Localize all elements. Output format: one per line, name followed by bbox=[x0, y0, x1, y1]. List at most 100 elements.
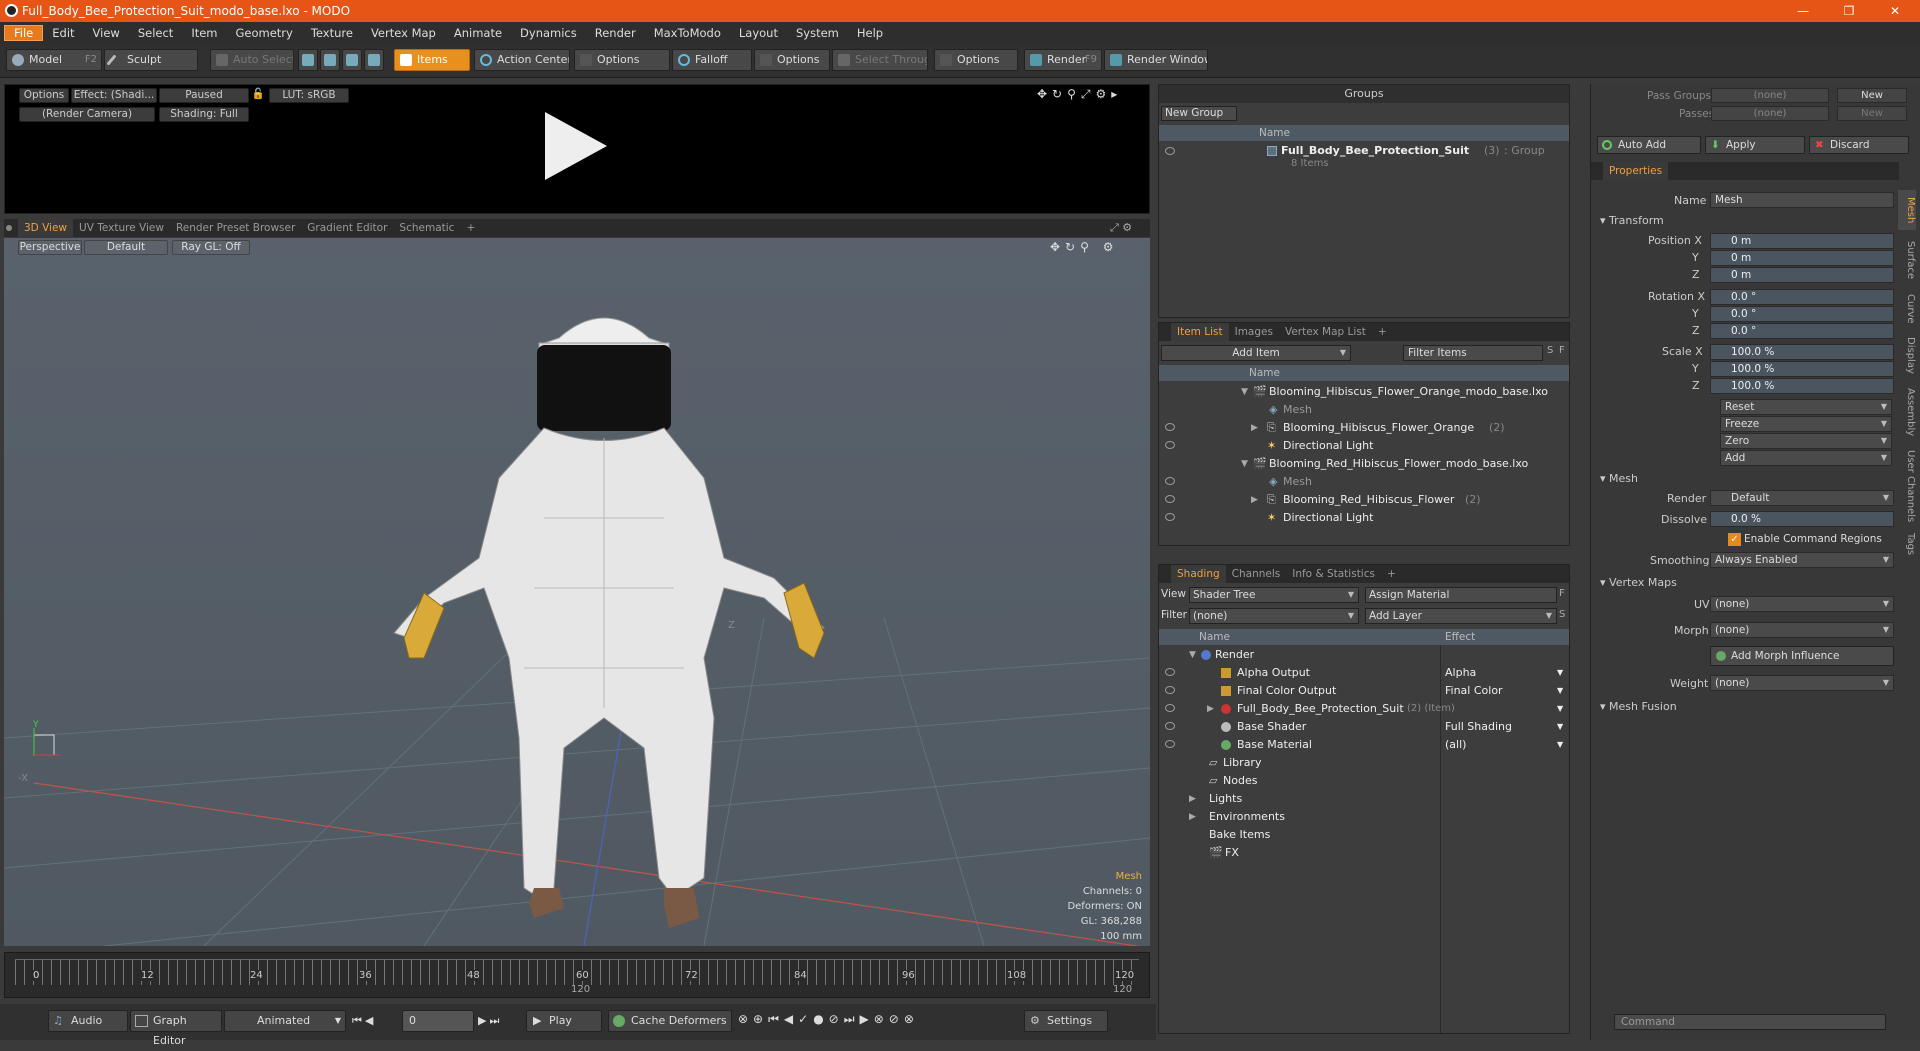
play-button[interactable]: ▶ Play bbox=[526, 1010, 602, 1032]
vtab-user-channels[interactable]: User Channels bbox=[1898, 446, 1916, 526]
chevron-down-icon[interactable]: ▼ bbox=[1557, 682, 1563, 700]
expand-arrow-icon[interactable]: ▶ bbox=[1251, 419, 1258, 437]
shader-row[interactable]: Bake Items bbox=[1159, 826, 1569, 844]
panel-menu-icon[interactable] bbox=[6, 225, 12, 231]
play-icon[interactable] bbox=[545, 112, 607, 180]
expand-arrow-icon[interactable]: ▼ bbox=[1241, 455, 1248, 473]
tab-info-statistics[interactable]: Info & Statistics bbox=[1286, 565, 1381, 583]
panel-expand-icon[interactable]: ⤢ ⚙ bbox=[1110, 221, 1132, 235]
polygon-mode-button[interactable] bbox=[342, 49, 362, 71]
edge-mode-button[interactable] bbox=[320, 49, 340, 71]
chevron-down-icon[interactable]: ▼ bbox=[1557, 700, 1563, 718]
visibility-icon[interactable] bbox=[1165, 686, 1175, 694]
shader-row-render[interactable]: ▼ Render bbox=[1159, 646, 1569, 664]
cache-deformers-button[interactable]: Cache Deformers bbox=[608, 1010, 732, 1032]
preview-paused-button[interactable]: Paused bbox=[159, 88, 249, 103]
zero-dropdown[interactable]: Zero ▼ bbox=[1720, 433, 1892, 449]
vertex-maps-section[interactable]: ▾ Vertex Maps bbox=[1600, 576, 1677, 589]
minimize-button[interactable]: — bbox=[1780, 0, 1826, 22]
add-tab-button[interactable]: + bbox=[1372, 323, 1393, 341]
frame-input[interactable]: 0 bbox=[402, 1010, 474, 1032]
scale-x-field[interactable]: 100.0 % bbox=[1710, 344, 1894, 360]
transport-forward-buttons[interactable]: ▶⏭ bbox=[478, 1014, 502, 1028]
weight-dropdown[interactable]: (none) ▼ bbox=[1710, 675, 1894, 691]
shader-row[interactable]: ▶ Environments bbox=[1159, 808, 1569, 826]
menu-edit[interactable]: Edit bbox=[43, 26, 83, 40]
perspective-dropdown[interactable]: Perspective bbox=[18, 240, 82, 255]
position-y-field[interactable]: 0 m bbox=[1710, 250, 1894, 266]
dissolve-field[interactable]: 0.0 % bbox=[1710, 511, 1894, 527]
preview-shading-dropdown[interactable]: Shading: Full bbox=[159, 107, 249, 122]
menu-file[interactable]: File bbox=[4, 25, 44, 41]
3d-viewport[interactable]: Perspective Default Ray GL: Off ✥↻⚲ ⚙ Z … bbox=[4, 238, 1150, 946]
vertex-mode-button[interactable] bbox=[298, 49, 318, 71]
preview-camera-dropdown[interactable]: (Render Camera) bbox=[19, 107, 155, 122]
filter-f-button[interactable]: F bbox=[1559, 345, 1569, 356]
visibility-icon[interactable] bbox=[1165, 441, 1175, 449]
expand-arrow-icon[interactable]: ▶ bbox=[1207, 700, 1214, 718]
tab-images[interactable]: Images bbox=[1229, 323, 1279, 341]
rotation-z-field[interactable]: 0.0 ° bbox=[1710, 323, 1894, 339]
tab-3d-view[interactable]: 3D View bbox=[18, 219, 74, 237]
enable-command-regions-checkbox[interactable]: ✓ Enable Command Regions bbox=[1710, 531, 1894, 547]
timeline[interactable]: 0 12 24 36 48 60 72 84 96 108 120 120 12… bbox=[4, 952, 1150, 998]
vtab-tags[interactable]: Tags bbox=[1898, 530, 1916, 558]
tab-schematic[interactable]: Schematic bbox=[393, 219, 460, 237]
list-item[interactable]: ▼ 🎬 Blooming_Hibiscus_Flower_Orange_modo_b… bbox=[1159, 383, 1569, 401]
shader-row[interactable]: Final Color Output Final Color ▼ bbox=[1159, 682, 1569, 700]
vtab-surface[interactable]: Surface bbox=[1898, 234, 1916, 286]
position-z-field[interactable]: 0 m bbox=[1710, 267, 1894, 283]
render-window-button[interactable]: Render Window bbox=[1104, 49, 1208, 71]
menu-maxtomodo[interactable]: MaxToModo bbox=[645, 26, 730, 40]
uv-dropdown[interactable]: (none) ▼ bbox=[1710, 596, 1894, 612]
mesh-section[interactable]: ▾ Mesh bbox=[1600, 472, 1638, 485]
key-tools-icons[interactable]: ⊗⊕⏮◀✓●⊘⏭▶⊗⊘⊗ bbox=[738, 1012, 919, 1027]
tab-render-preset-browser[interactable]: Render Preset Browser bbox=[170, 219, 301, 237]
expand-arrow-icon[interactable]: ▶ bbox=[1189, 808, 1196, 826]
model-button[interactable]: Model F2 bbox=[6, 49, 102, 71]
viewport-nav-icons[interactable]: ✥↻⚲ ⚙ bbox=[1050, 240, 1118, 254]
audio-button[interactable]: ♫ Audio bbox=[48, 1010, 128, 1032]
material-mode-button[interactable] bbox=[364, 49, 384, 71]
menu-render[interactable]: Render bbox=[586, 26, 645, 40]
shader-row[interactable]: Base Material (all) ▼ bbox=[1159, 736, 1569, 754]
pass-groups-dropdown[interactable]: (none) bbox=[1711, 88, 1829, 103]
expand-arrow-icon[interactable]: ▶ bbox=[1251, 491, 1258, 509]
menu-animate[interactable]: Animate bbox=[445, 26, 511, 40]
add-layer-s-button[interactable]: S bbox=[1559, 609, 1565, 620]
graph-editor-button[interactable]: Graph Editor bbox=[130, 1010, 222, 1047]
auto-add-button[interactable]: Auto Add bbox=[1597, 136, 1701, 154]
transform-section[interactable]: ▾ Transform bbox=[1600, 214, 1664, 227]
menu-geometry[interactable]: Geometry bbox=[227, 26, 302, 40]
list-item[interactable]: ▶ ⎘ Blooming_Hibiscus_Flower_Orange (2) bbox=[1159, 419, 1569, 437]
action-center-options-button[interactable]: Options bbox=[574, 49, 670, 71]
maximize-button[interactable]: ❐ bbox=[1826, 0, 1872, 22]
position-x-field[interactable]: 0 m bbox=[1710, 233, 1894, 249]
items-mode-button[interactable]: Items bbox=[394, 49, 470, 71]
new-pass-group-button[interactable]: New bbox=[1837, 88, 1907, 103]
add-dropdown[interactable]: Add ▼ bbox=[1720, 450, 1892, 466]
filter-items-input[interactable]: Filter Items bbox=[1403, 345, 1543, 361]
mesh-fusion-section[interactable]: ▾ Mesh Fusion bbox=[1600, 700, 1677, 713]
render-dropdown[interactable]: Default ▼ bbox=[1710, 490, 1894, 506]
list-item[interactable]: ◈ Mesh bbox=[1159, 473, 1569, 491]
vtab-curve[interactable]: Curve bbox=[1898, 290, 1916, 328]
apply-button[interactable]: ⬇ Apply bbox=[1705, 136, 1805, 154]
visibility-icon[interactable] bbox=[1165, 513, 1175, 521]
tab-vertex-map-list[interactable]: Vertex Map List bbox=[1279, 323, 1372, 341]
tab-uv-texture-view[interactable]: UV Texture View bbox=[73, 219, 170, 237]
vtab-assembly[interactable]: Assembly bbox=[1898, 382, 1916, 442]
preview-lut-dropdown[interactable]: LUT: sRGB bbox=[269, 88, 349, 103]
shader-row[interactable]: ▶ Lights bbox=[1159, 790, 1569, 808]
tab-properties[interactable]: Properties bbox=[1603, 162, 1669, 180]
menu-system[interactable]: System bbox=[787, 26, 848, 40]
scale-y-field[interactable]: 100.0 % bbox=[1710, 361, 1894, 377]
chevron-down-icon[interactable]: ▼ bbox=[1557, 736, 1563, 754]
sculpt-button[interactable]: Sculpt bbox=[104, 49, 198, 71]
list-item[interactable]: ✶ Directional Light bbox=[1159, 509, 1569, 527]
visibility-icon[interactable] bbox=[1165, 704, 1175, 712]
reset-dropdown[interactable]: Reset ▼ bbox=[1720, 399, 1892, 415]
rotation-x-field[interactable]: 0.0 ° bbox=[1710, 289, 1894, 305]
falloff-button[interactable]: Falloff bbox=[672, 49, 752, 71]
close-button[interactable]: ✕ bbox=[1872, 0, 1918, 22]
